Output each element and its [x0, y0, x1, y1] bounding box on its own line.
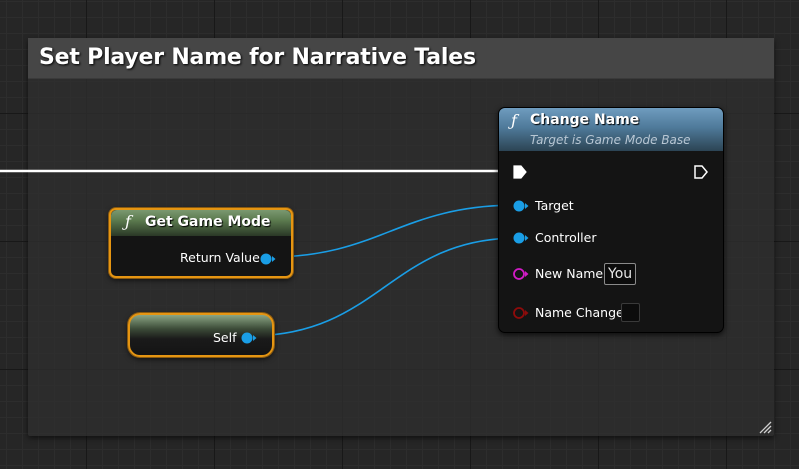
- get-game-mode-node[interactable]: ƒ Get Game Mode Return Value: [109, 208, 293, 278]
- get-game-mode-title: Get Game Mode: [145, 214, 271, 230]
- target-pin-icon[interactable]: [512, 199, 530, 213]
- change-name-node[interactable]: ƒ Change Name Target is Game Mode Base T…: [498, 107, 724, 333]
- exec-out-pin-icon[interactable]: [693, 164, 709, 180]
- controller-pin-label: Controller: [535, 230, 597, 245]
- controller-pin-icon[interactable]: [512, 231, 530, 245]
- name-change-pin-icon[interactable]: [512, 306, 530, 320]
- get-game-mode-header[interactable]: ƒ Get Game Mode: [111, 210, 291, 236]
- change-name-subtitle: Target is Game Mode Base: [530, 133, 691, 147]
- new-name-pin-icon[interactable]: [512, 267, 530, 281]
- function-icon: ƒ: [511, 111, 517, 130]
- change-name-title: Change Name: [530, 112, 640, 128]
- function-icon: ƒ: [125, 212, 131, 231]
- self-pin-icon[interactable]: [240, 331, 258, 345]
- new-name-input[interactable]: You: [604, 263, 637, 285]
- name-change-pin-label: Name Change: [535, 305, 624, 320]
- change-name-header[interactable]: ƒ Change Name Target is Game Mode Base: [499, 108, 723, 151]
- comment-title[interactable]: Set Player Name for Narrative Tales: [39, 45, 476, 70]
- comment-header[interactable]: Set Player Name for Narrative Tales: [28, 38, 774, 79]
- return-value-pin-label: Return Value: [180, 250, 260, 265]
- return-value-pin-icon[interactable]: [259, 252, 277, 266]
- exec-in-pin-icon[interactable]: [512, 164, 528, 180]
- self-node[interactable]: Self: [128, 313, 274, 357]
- self-pin-label: Self: [213, 330, 237, 345]
- target-pin-label: Target: [535, 198, 574, 213]
- resize-grip-icon[interactable]: [758, 420, 772, 434]
- name-change-checkbox[interactable]: [621, 303, 640, 322]
- new-name-pin-label: New Name: [535, 266, 604, 281]
